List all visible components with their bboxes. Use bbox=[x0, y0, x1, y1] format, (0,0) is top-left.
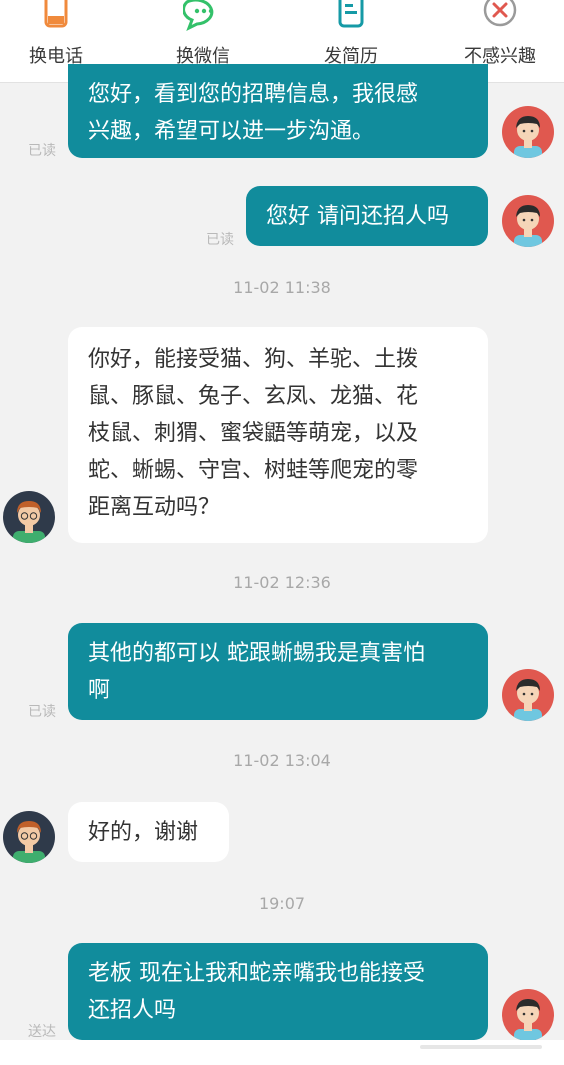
incoming-message[interactable]: 好的，谢谢 bbox=[68, 802, 229, 862]
outgoing-message[interactable]: 您好，看到您的招聘信息，我很感 兴趣，希望可以进一步沟通。 bbox=[68, 64, 488, 158]
watermark-bar bbox=[420, 1045, 542, 1049]
timestamp: 11-02 12:36 bbox=[233, 573, 331, 592]
delivered-status: 送达 bbox=[28, 1024, 56, 1040]
message-line: 鼠、豚鼠、兔子、玄凤、龙猫、花 bbox=[88, 384, 419, 409]
message-line: 兴趣，希望可以进一步沟通。 bbox=[88, 119, 375, 144]
phone-icon bbox=[36, 0, 76, 34]
timestamp: 19:07 bbox=[258, 894, 306, 913]
message-line: 枝鼠、刺猬、蜜袋鼯等萌宠，以及 bbox=[88, 421, 419, 446]
recruiter-avatar[interactable] bbox=[3, 491, 55, 543]
message-line: 您好，看到您的招聘信息，我很感 bbox=[88, 82, 419, 107]
timestamp: 11-02 13:04 bbox=[233, 751, 331, 770]
read-status: 已读 bbox=[28, 143, 56, 159]
read-status: 已读 bbox=[206, 232, 234, 248]
resume-icon bbox=[331, 0, 371, 34]
message-line: 距离互动吗？ bbox=[88, 495, 221, 520]
wechat-icon bbox=[182, 0, 223, 34]
recruiter-avatar[interactable] bbox=[3, 811, 55, 863]
message-line: 老板 现在让我和蛇亲嘴我也能接受 bbox=[88, 961, 425, 986]
message-line: 还招人吗 bbox=[88, 998, 177, 1023]
user-avatar[interactable] bbox=[502, 106, 554, 158]
message-line: 啊 bbox=[88, 678, 111, 703]
message-line: 其他的都可以 蛇跟蜥蜴我是真害怕 bbox=[88, 641, 425, 666]
outgoing-message[interactable]: 其他的都可以 蛇跟蜥蜴我是真害怕 啊 bbox=[68, 623, 488, 720]
message-line: 你好，能接受猫、狗、羊驼、土拨 bbox=[88, 347, 419, 372]
outgoing-message[interactable]: 您好 请问还招人吗 bbox=[246, 186, 488, 246]
message-line: 您好 请问还招人吗 bbox=[266, 204, 449, 229]
not-interested-icon bbox=[480, 0, 520, 34]
user-avatar[interactable] bbox=[502, 989, 554, 1041]
read-status: 已读 bbox=[28, 704, 56, 720]
outgoing-message[interactable]: 老板 现在让我和蛇亲嘴我也能接受 还招人吗 bbox=[68, 943, 488, 1040]
timestamp: 11-02 11:38 bbox=[233, 278, 331, 297]
message-line: 好的，谢谢 bbox=[88, 820, 199, 845]
user-avatar[interactable] bbox=[502, 669, 554, 721]
message-line: 蛇、蜥蜴、守宫、树蛙等爬宠的零 bbox=[88, 458, 419, 483]
bottom-bar bbox=[0, 1040, 564, 1065]
incoming-message[interactable]: 你好，能接受猫、狗、羊驼、土拨 鼠、豚鼠、兔子、玄凤、龙猫、花 枝鼠、刺猬、蜜袋… bbox=[68, 327, 488, 543]
user-avatar[interactable] bbox=[502, 195, 554, 247]
